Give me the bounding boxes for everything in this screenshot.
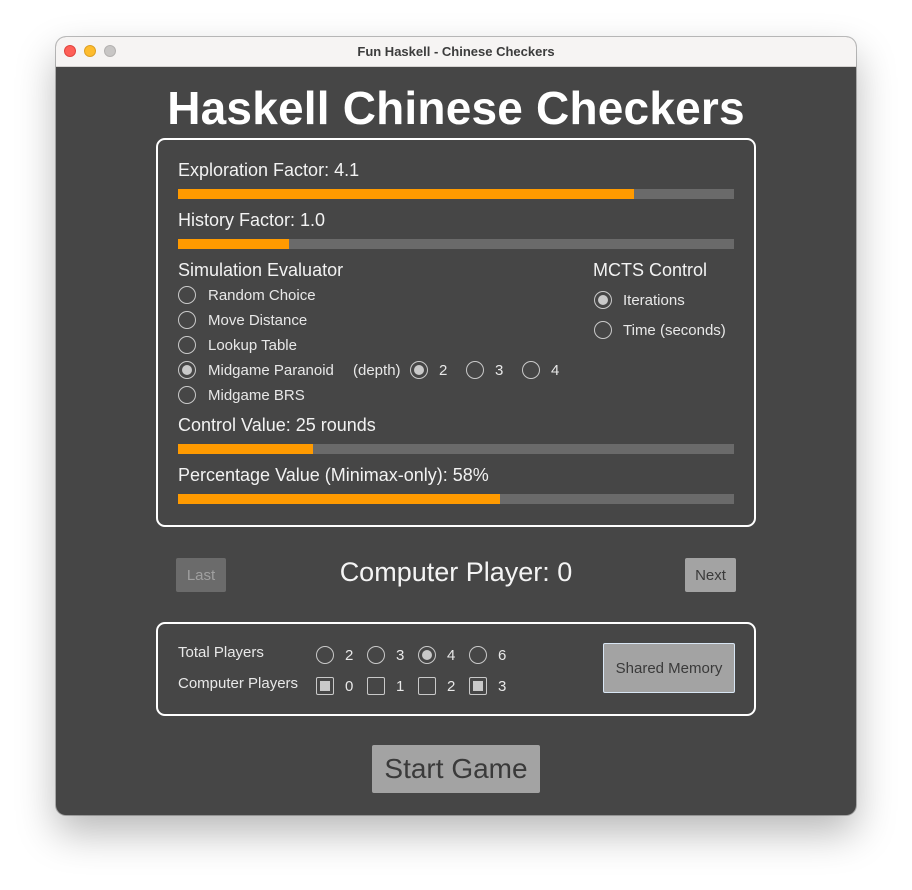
evaluator-radio-move-distance[interactable] <box>178 311 196 329</box>
percentage-value-label: Percentage Value (Minimax-only): 58% <box>178 465 489 485</box>
total-players-label-6: 6 <box>498 647 507 664</box>
history-factor-slider[interactable] <box>178 239 734 249</box>
total-players-label: Total Players <box>178 644 264 661</box>
evaluator-label-lookup-table: Lookup Table <box>208 337 297 354</box>
evaluator-label-midgame-brs: Midgame BRS <box>208 387 305 404</box>
depth-label-2: 2 <box>439 362 448 379</box>
start-game-button[interactable]: Start Game <box>372 745 540 793</box>
mcts-radio-iterations[interactable] <box>594 291 612 309</box>
control-value-label: Control Value: 25 rounds <box>178 415 376 435</box>
computer-players-label: Computer Players <box>178 675 299 692</box>
control-value-fill <box>178 444 314 454</box>
next-player-button[interactable]: Next <box>685 558 736 592</box>
players-panel: Total Players 2 3 4 6 Computer Players 0… <box>156 622 756 716</box>
evaluator-label-midgame-paranoid: Midgame Paranoid <box>208 362 334 379</box>
depth-radio-4[interactable] <box>522 361 540 379</box>
depth-radio-3[interactable] <box>466 361 484 379</box>
mcts-radio-time[interactable] <box>594 321 612 339</box>
percentage-value-slider[interactable] <box>178 494 734 504</box>
mcts-label-time: Time (seconds) <box>623 322 726 339</box>
computer-player-label: Computer Player: 0 <box>339 557 573 587</box>
total-players-label-3: 3 <box>396 647 405 664</box>
settings-panel: Exploration Factor: 4.1 History Factor: … <box>156 138 756 527</box>
evaluator-radio-midgame-paranoid[interactable] <box>178 361 196 379</box>
exploration-factor-slider[interactable] <box>178 189 734 199</box>
simulation-evaluator-heading: Simulation Evaluator <box>178 260 344 280</box>
mcts-label-iterations: Iterations <box>623 292 685 309</box>
history-factor-label: History Factor: 1.0 <box>178 210 326 230</box>
computer-player-checkbox-2[interactable] <box>418 677 436 695</box>
total-players-radio-4[interactable] <box>418 646 436 664</box>
evaluator-radio-midgame-brs[interactable] <box>178 386 196 404</box>
total-players-radio-2[interactable] <box>316 646 334 664</box>
computer-player-checkbox-0[interactable] <box>316 677 334 695</box>
mcts-control-heading: MCTS Control <box>593 260 708 280</box>
depth-radio-2[interactable] <box>410 361 428 379</box>
computer-player-label-3: 3 <box>498 678 507 695</box>
evaluator-radio-lookup-table[interactable] <box>178 336 196 354</box>
exploration-factor-fill <box>178 189 634 199</box>
control-value-slider[interactable] <box>178 444 734 454</box>
total-players-radio-6[interactable] <box>469 646 487 664</box>
computer-player-label-0: 0 <box>345 678 354 695</box>
window-title: Fun Haskell - Chinese Checkers <box>357 44 555 59</box>
computer-player-label-2: 2 <box>447 678 456 695</box>
exploration-factor-label: Exploration Factor: 4.1 <box>178 160 360 180</box>
shared-memory-button[interactable]: Shared Memory <box>603 643 735 693</box>
total-players-label-4: 4 <box>447 647 456 664</box>
evaluator-label-random-choice: Random Choice <box>208 287 316 304</box>
total-players-radio-3[interactable] <box>367 646 385 664</box>
computer-player-checkbox-3[interactable] <box>469 677 487 695</box>
app-title: Haskell Chinese Checkers <box>167 82 745 134</box>
depth-label-3: 3 <box>495 362 504 379</box>
computer-player-checkbox-1[interactable] <box>367 677 385 695</box>
total-players-label-2: 2 <box>345 647 354 664</box>
percentage-value-fill <box>178 494 501 504</box>
evaluator-radio-random-choice[interactable] <box>178 286 196 304</box>
computer-player-label-1: 1 <box>396 678 405 695</box>
evaluator-label-move-distance: Move Distance <box>208 312 308 329</box>
title-bar: Fun Haskell - Chinese Checkers <box>56 37 856 67</box>
history-factor-fill <box>178 239 290 249</box>
depth-label-4: 4 <box>551 362 560 379</box>
app-window: Fun Haskell - Chinese Checkers Haskell C… <box>56 37 856 815</box>
depth-label: (depth) <box>353 362 401 379</box>
app-content: Haskell Chinese Checkers Exploration Fac… <box>56 67 856 815</box>
